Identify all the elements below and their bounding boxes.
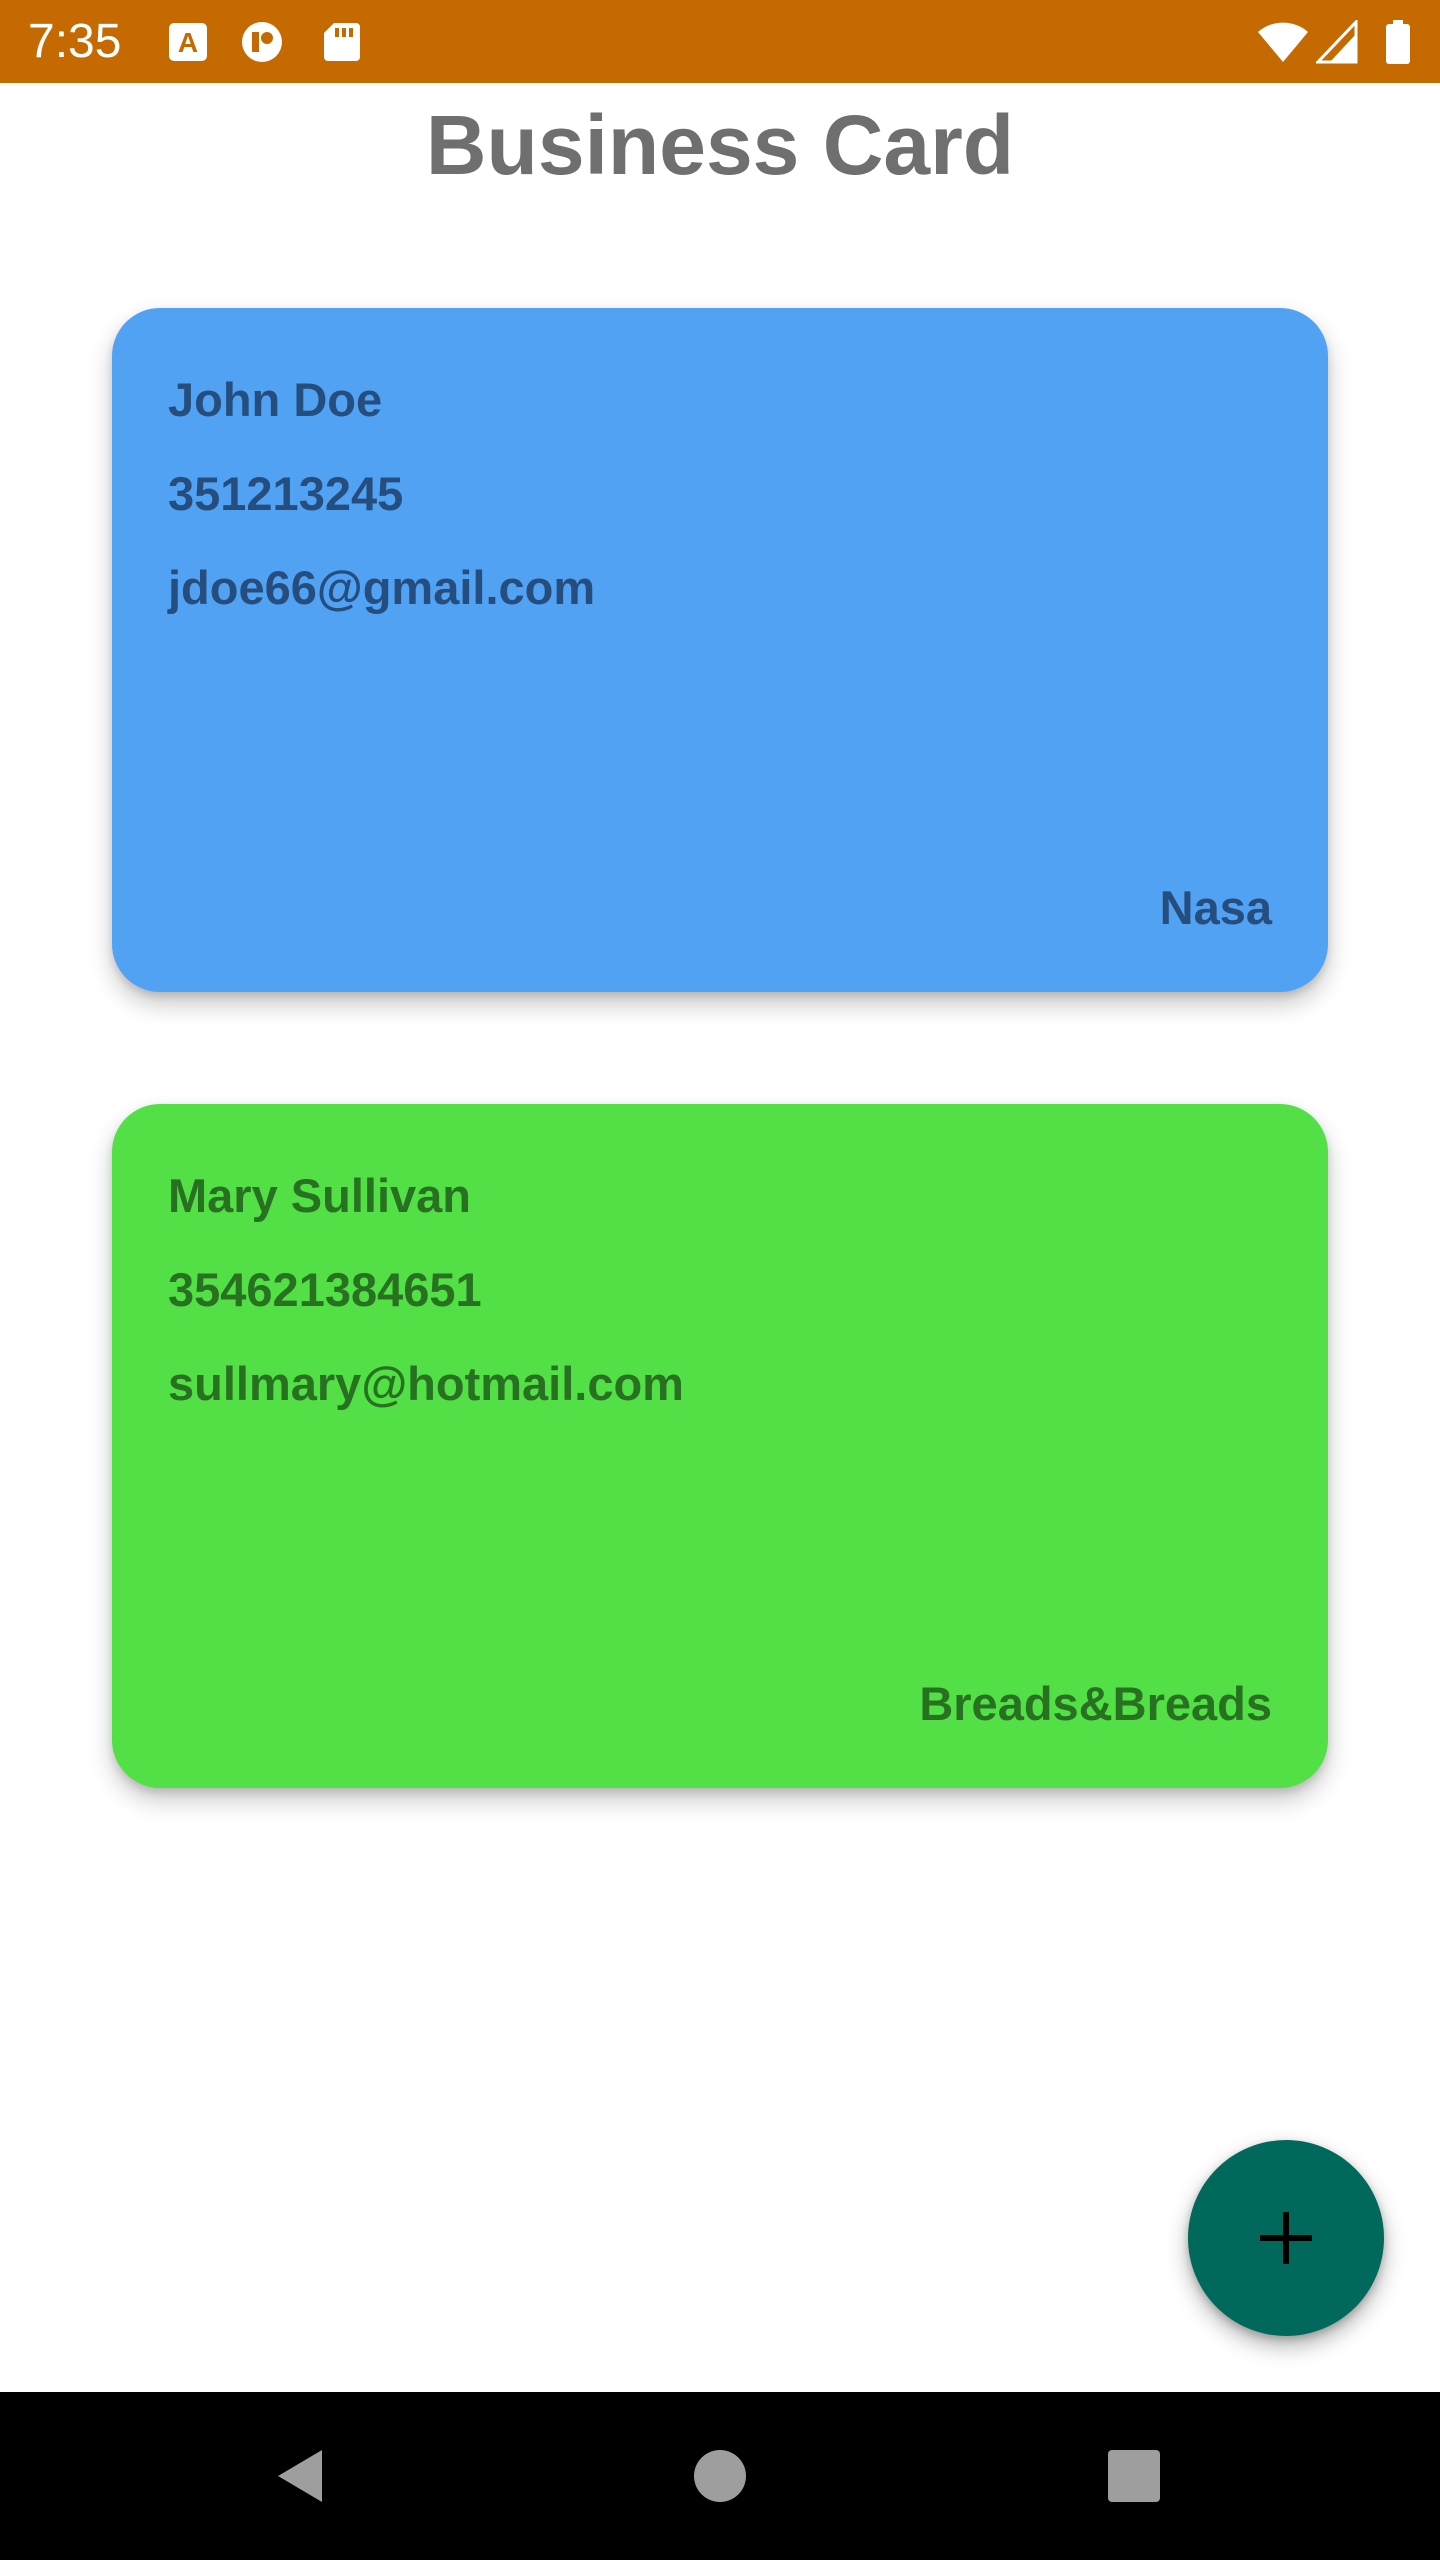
recents-icon[interactable] [1100,2442,1168,2510]
cell-signal-icon [1316,20,1360,64]
plus-icon [1260,2212,1312,2264]
card-company: Nasa [1159,881,1272,934]
business-card-mary-sullivan[interactable]: Mary Sullivan 354621384651 sullmary@hotm… [112,1104,1328,1788]
card-email: jdoe66@gmail.com [168,561,596,614]
card-name: Mary Sullivan [168,1169,471,1222]
page-title: Business Card [425,98,1015,192]
status-time: 7:35 [28,15,122,68]
status-bar: 7:35 A [0,0,1440,83]
font-a-icon: A [166,20,210,64]
add-card-button[interactable] [1188,2140,1384,2336]
card-email: sullmary@hotmail.com [168,1357,684,1410]
battery-icon [1384,20,1412,64]
card-phone: 351213245 [168,467,404,520]
card-name: John Doe [168,373,383,426]
back-icon[interactable] [266,2442,334,2510]
svg-text:A: A [178,27,198,58]
wifi-icon [1256,20,1310,64]
card-phone: 354621384651 [168,1263,482,1316]
home-icon[interactable] [686,2442,754,2510]
sd-card-icon [320,20,364,64]
circle-app-icon [240,20,284,64]
business-card-john-doe[interactable]: John Doe 351213245 jdoe66@gmail.com Nasa [112,308,1328,992]
navigation-bar [0,2392,1440,2560]
card-company: Breads&Breads [919,1677,1272,1730]
